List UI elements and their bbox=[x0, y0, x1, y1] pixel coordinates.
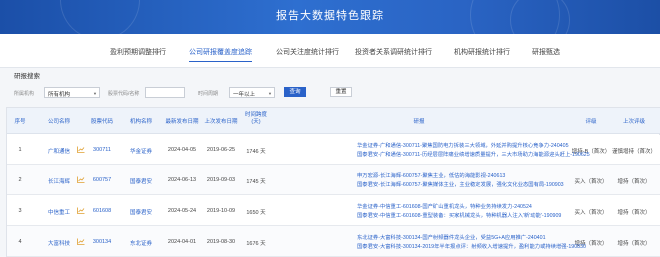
report-link[interactable]: 国泰君安-大富科技-300134-2019年半年报点评：射频收入增速提升，盈利能… bbox=[357, 242, 586, 250]
tab-earnings-revision[interactable]: 盈利预期调整排行 bbox=[110, 47, 166, 57]
tab-report-coverage[interactable]: 公司研报覆盖度追踪 bbox=[189, 47, 252, 62]
trend-chart-icon[interactable] bbox=[77, 146, 85, 153]
institution-select-value: 所有机构 bbox=[48, 92, 71, 98]
report-link[interactable]: 国泰君安-长江海辉-600757-聚焦媒体主业，主业稳定发展，强化文化业态国有局… bbox=[357, 180, 564, 188]
col-rating: 评级 bbox=[585, 119, 597, 125]
trend-chart-icon[interactable] bbox=[77, 176, 85, 183]
prev-date: 2019-10-09 bbox=[206, 208, 236, 214]
prev-date: 2019-08-30 bbox=[206, 239, 236, 245]
page-title: 报告大数据特色跟踪 bbox=[276, 10, 384, 22]
last-rating: 谨慎增持（首次） bbox=[611, 149, 657, 155]
table-row: 3 中信重工 601608 国泰君安 2024-05-24 2019-10-09 1650 … bbox=[7, 195, 660, 226]
institution-select[interactable]: 所有机构 ▼ bbox=[44, 87, 100, 98]
col-interval: 时间跨度 (天) bbox=[245, 112, 267, 126]
chevron-down-icon: ▼ bbox=[268, 91, 272, 96]
stock-code[interactable]: 300711 bbox=[93, 147, 111, 153]
table-row: 2 长江海辉 600757 国泰君安 2024-06-13 2019-09-03 1745 … bbox=[7, 165, 660, 195]
row-index: 2 bbox=[18, 177, 22, 183]
code-label: 股票代码/名称 bbox=[108, 91, 140, 97]
latest-date: 2024-06-13 bbox=[167, 177, 197, 183]
chevron-down-icon: ▼ bbox=[93, 91, 97, 96]
table-row: 4 大富科技 300134 东北证券 2024-04-01 2019-08-30 1676 … bbox=[7, 226, 660, 257]
col-prev-date: 上次发布日期 bbox=[204, 119, 238, 125]
report-link[interactable]: 华金证券-中信重工-601608-国产矿山重机龙头，特种业务持续发力-24052… bbox=[357, 202, 532, 210]
col-interval-label: 时间跨度 bbox=[244, 112, 268, 118]
table-header: 序号 公司名称 股票代码 机构名称 最新发布日期 上次发布日期 时间跨度 (天)… bbox=[7, 108, 660, 134]
prev-date: 2019-06-25 bbox=[206, 147, 236, 153]
company-name[interactable]: 长江海辉 bbox=[48, 177, 70, 185]
company-name[interactable]: 中信重工 bbox=[48, 208, 70, 216]
section-title: 研报搜索 bbox=[14, 73, 40, 80]
last-rating: 增持（首次） bbox=[617, 179, 651, 185]
report-link[interactable]: 申万宏源-长江海辉-600757-聚焦主业，低估的海能影视-240613 bbox=[357, 171, 505, 179]
stock-code[interactable]: 300134 bbox=[93, 239, 111, 245]
report-link[interactable]: 东北证券-大富科技-300134-国产射频器件龙头企业，受益5G+A应用推广-2… bbox=[357, 233, 546, 241]
time-select-value: 一年以上 bbox=[233, 92, 256, 98]
report-link[interactable]: 国泰君安-广和通信-300711-历经层层阵痛业绩增速质量提升，三大市场助力海能… bbox=[357, 150, 590, 158]
report-link[interactable]: 华金证券-广和通信-300711-聚焦国防电力拆装三大领域，外延并购提升核心竞争… bbox=[357, 141, 569, 149]
col-report: 研报 bbox=[413, 119, 425, 125]
row-index: 1 bbox=[18, 147, 22, 153]
tab-attention-rank[interactable]: 公司关注度统计排行 bbox=[276, 47, 339, 57]
report-link[interactable]: 国泰君安-中信重工-601608-重型装备：买家机械龙头，特种机器人注入'新'动… bbox=[357, 211, 561, 219]
institution-name[interactable]: 国泰君安 bbox=[130, 177, 152, 185]
row-index: 4 bbox=[18, 239, 22, 245]
code-input[interactable] bbox=[145, 87, 185, 98]
institution-name[interactable]: 东北证券 bbox=[130, 239, 152, 247]
query-button[interactable]: 查询 bbox=[284, 87, 306, 97]
stock-code[interactable]: 601608 bbox=[93, 208, 111, 214]
interval-days: 1746 天 bbox=[246, 149, 266, 155]
col-index: 序号 bbox=[14, 119, 26, 125]
reset-button[interactable]: 重置 bbox=[330, 87, 352, 97]
interval-days: 1676 天 bbox=[246, 241, 266, 247]
col-company: 公司名称 bbox=[47, 119, 71, 125]
company-name[interactable]: 大富科技 bbox=[48, 239, 70, 247]
institution-name[interactable]: 国泰君安 bbox=[130, 208, 152, 216]
stock-code[interactable]: 600757 bbox=[93, 177, 111, 183]
trend-chart-icon[interactable] bbox=[77, 207, 85, 214]
rating: 买入（首次） bbox=[574, 210, 608, 216]
tab-report-selection[interactable]: 研报甄选 bbox=[532, 47, 560, 57]
time-select[interactable]: 一年以上 ▼ bbox=[229, 87, 275, 98]
col-latest-date: 最新发布日期 bbox=[165, 119, 199, 125]
tab-institution-rank[interactable]: 机构研报统计排行 bbox=[454, 47, 510, 57]
table-row: 1 广和通信 300711 华金证券 2024-04-05 2019-06-25 1746 … bbox=[7, 135, 660, 165]
last-rating: 增持（首次） bbox=[617, 241, 651, 247]
rating: 买入（首次） bbox=[574, 179, 608, 185]
row-index: 3 bbox=[18, 208, 22, 214]
interval-days: 1745 天 bbox=[246, 179, 266, 185]
col-last-rating: 上次评级 bbox=[622, 119, 646, 125]
banner: 报告大数据特色跟踪 bbox=[0, 0, 660, 34]
latest-date: 2024-04-01 bbox=[167, 239, 197, 245]
prev-date: 2019-09-03 bbox=[206, 177, 236, 183]
col-interval-unit: (天) bbox=[251, 119, 261, 125]
institution-name[interactable]: 华金证券 bbox=[130, 147, 152, 155]
results-table: 序号 公司名称 股票代码 机构名称 最新发布日期 上次发布日期 时间跨度 (天)… bbox=[6, 107, 660, 257]
latest-date: 2024-04-05 bbox=[167, 147, 197, 153]
tab-investor-relations[interactable]: 投资者关系调研统计排行 bbox=[355, 47, 432, 57]
tab-bar: 盈利预期调整排行 公司研报覆盖度追踪 公司关注度统计排行 投资者关系调研统计排行… bbox=[0, 34, 660, 68]
latest-date: 2024-05-24 bbox=[167, 208, 197, 214]
col-code: 股票代码 bbox=[90, 119, 114, 125]
company-name[interactable]: 广和通信 bbox=[48, 147, 70, 155]
col-org: 机构名称 bbox=[129, 119, 153, 125]
interval-days: 1650 天 bbox=[246, 210, 266, 216]
trend-chart-icon[interactable] bbox=[77, 238, 85, 245]
institution-label: 所属机构 bbox=[14, 91, 35, 97]
time-label: 时间周期 bbox=[198, 91, 219, 97]
last-rating: 增持（首次） bbox=[617, 210, 651, 216]
